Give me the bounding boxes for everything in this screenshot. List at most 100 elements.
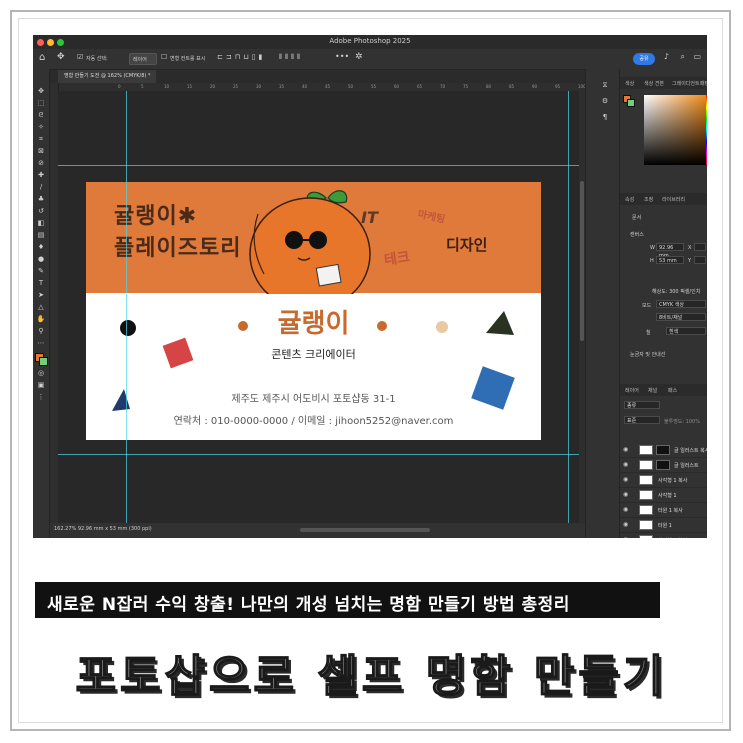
layer-row[interactable]: ◉ 글 일러스트 복사 (620, 443, 707, 458)
share-button[interactable]: 공유 (633, 53, 655, 65)
brand-line-2: 플레이즈토리 (114, 236, 242, 261)
hue-slider[interactable] (706, 95, 707, 165)
zoom-tool-icon[interactable]: ⚲ (36, 327, 46, 335)
eye-icon[interactable]: ◉ (623, 476, 628, 483)
hand-tool-icon[interactable]: ✋ (36, 315, 46, 323)
tab-paths[interactable]: 패스 (668, 387, 677, 394)
character-panel-icon[interactable]: ¶ (600, 113, 610, 121)
y-field[interactable] (694, 256, 706, 264)
lasso-tool-icon[interactable]: ᘓ (36, 111, 46, 119)
search-icon[interactable]: ⌕ (681, 52, 685, 62)
move-tool-icon[interactable]: ✥ (36, 87, 46, 95)
type-tool-icon[interactable]: T (36, 279, 46, 287)
layer-name: 타원 1 복사 (658, 508, 683, 514)
x-field[interactable] (694, 243, 706, 251)
path-select-icon[interactable]: ➤ (36, 291, 46, 299)
gradient-tool-icon[interactable]: ▤ (36, 231, 46, 239)
ruler-mark: 20 (210, 84, 216, 89)
black-dot (120, 320, 136, 336)
tab-layers[interactable]: 레이어 (625, 387, 639, 394)
frame-tool-icon[interactable]: ⊠ (36, 147, 46, 155)
panel-bg-swatch[interactable] (627, 99, 635, 107)
brush-tool-icon[interactable]: ∕ (36, 183, 46, 191)
eraser-tool-icon[interactable]: ◧ (36, 219, 46, 227)
fill-dropdown[interactable]: 흰색 (666, 327, 706, 335)
layer-row[interactable]: ◉ 글 일러스트 (620, 458, 707, 473)
shape-tool-icon[interactable]: △ (36, 303, 46, 311)
tab-swatches[interactable]: 색상 견본 (644, 80, 664, 87)
layer-filter-dropdown[interactable]: 종류 (624, 401, 660, 409)
canvas-label: 캔버스 (630, 232, 644, 238)
width-label: W (650, 245, 655, 251)
horizontal-scrollbar[interactable] (300, 528, 430, 532)
title-bar: Adobe Photoshop 2025 (33, 35, 707, 49)
layer-row[interactable]: ◉ 사각형 1 (620, 488, 707, 503)
height-field[interactable]: 53 mm (656, 256, 684, 264)
tab-libraries[interactable]: 라이브러리 (662, 196, 685, 203)
crop-tool-icon[interactable]: ⌗ (36, 135, 46, 143)
layer-row[interactable]: ◉ 타원 1 (620, 518, 707, 533)
bell-icon[interactable]: ♪ (664, 52, 669, 61)
layer-row[interactable]: ◉ 사각형 1 복사 (620, 473, 707, 488)
tab-pattern[interactable]: 패턴 (700, 80, 707, 87)
history-brush-icon[interactable]: ↺ (36, 207, 46, 215)
width-field[interactable]: 92.96 mm (656, 243, 684, 259)
quick-mask-icon[interactable]: ◎ (36, 369, 46, 377)
tab-channels[interactable]: 채널 (648, 387, 657, 394)
adjust-panel-icon[interactable]: ⚙ (600, 97, 610, 105)
history-panel-icon[interactable]: ⧖ (600, 81, 610, 89)
move-tool-icon[interactable]: ✥ (57, 52, 65, 62)
x-label: X (688, 245, 692, 251)
document-tab[interactable]: 명함 만들기 도전 @ 162% (CMYK/8) * (58, 70, 157, 83)
layer-select-dropdown[interactable]: 레이어 (129, 53, 157, 65)
marquee-tool-icon[interactable]: ⬚ (36, 99, 46, 107)
mode-dropdown[interactable]: CMYK 색상 (656, 300, 706, 308)
layer-thumbnail (639, 535, 653, 538)
y-label: Y (688, 258, 692, 264)
magic-wand-icon[interactable]: ✧ (36, 123, 46, 131)
layer-name: 글 일러스트 (674, 463, 699, 469)
layer-row[interactable]: ◉ 타원 1 복사 (620, 503, 707, 518)
more-options-icon[interactable]: ••• (335, 52, 349, 61)
pen-tool-icon[interactable]: ✎ (36, 267, 46, 275)
guides-label: 눈금자 및 안내선 (630, 352, 666, 358)
distribute-icons[interactable]: ⫴⫴⫴⫴ (279, 53, 303, 62)
ruler-mark: 0 (118, 84, 121, 89)
gear-icon[interactable]: ✲ (355, 52, 363, 62)
tab-gradient[interactable]: 그레이디언트 (672, 80, 700, 87)
opacity-label[interactable]: 불투명도: 100% (664, 418, 700, 425)
workspace-icon[interactable]: ▭ (693, 52, 701, 61)
background-color-swatch[interactable] (39, 357, 48, 366)
color-picker-field[interactable] (644, 95, 706, 165)
dodge-tool-icon[interactable]: ● (36, 255, 46, 263)
align-icons[interactable]: ⊏⊐⊓⊔▯▮ (217, 53, 265, 61)
tab-adjustments[interactable]: 조정 (644, 196, 653, 203)
home-icon[interactable]: ⌂ (39, 52, 45, 63)
healing-brush-icon[interactable]: ✚ (36, 171, 46, 179)
eye-icon[interactable]: ◉ (623, 491, 628, 498)
stamp-tool-icon[interactable]: ♣ (36, 195, 46, 203)
layer-thumbnail (639, 490, 653, 500)
layer-row[interactable]: ◉ 삼각형 1 복사 (620, 533, 707, 538)
canvas-workspace[interactable]: 귤랭이✱ 플레이즈토리 IT 마케팅 테크 디자인 귤랭이 콘텐츠 크리에이터 … (58, 91, 579, 523)
eye-icon[interactable]: ◉ (623, 446, 628, 453)
blend-mode-dropdown[interactable]: 표준 (624, 416, 660, 424)
eye-icon[interactable]: ◉ (623, 536, 628, 538)
eye-icon[interactable]: ◉ (623, 506, 628, 513)
transform-checkbox[interactable]: ☐ (161, 53, 167, 61)
status-bar: 162.27% 92.96 mm x 53 mm (300 ppi) (50, 523, 585, 538)
layer-name: 타원 1 (658, 523, 672, 529)
panel-icon-strip: ⧖ ⚙ ¶ (585, 69, 620, 538)
tab-color[interactable]: 색상 (625, 80, 634, 87)
tab-properties[interactable]: 속성 (625, 196, 634, 203)
layer-name: 사각형 1 (658, 493, 677, 499)
auto-select-checkbox[interactable]: ☑ (77, 53, 83, 61)
eye-icon[interactable]: ◉ (623, 461, 628, 468)
eye-icon[interactable]: ◉ (623, 521, 628, 528)
blur-tool-icon[interactable]: ♦ (36, 243, 46, 251)
bits-dropdown[interactable]: 8비트/채널 (656, 313, 706, 321)
screen-mode-icon[interactable]: ▣ (36, 381, 46, 389)
eyedropper-icon[interactable]: ⊘ (36, 159, 46, 167)
edit-toolbar-icon[interactable]: ⋮ (36, 393, 46, 401)
more-tools-icon[interactable]: ⋯ (36, 339, 46, 347)
